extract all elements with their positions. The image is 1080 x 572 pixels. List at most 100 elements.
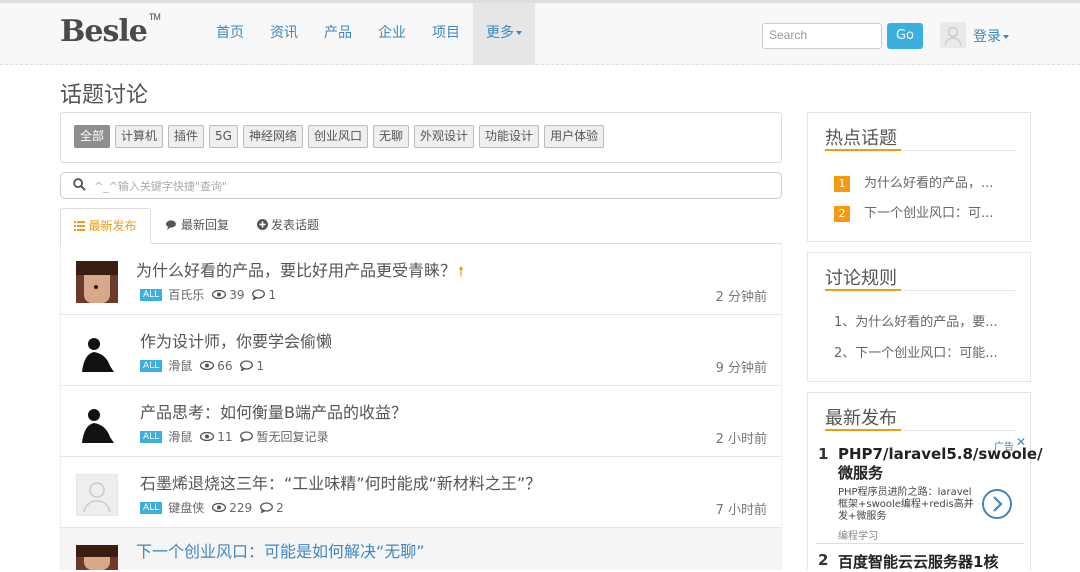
- divider: [825, 429, 1015, 431]
- eye-icon: [200, 361, 215, 370]
- navbar: Besle TM 首页 资讯 产品 企业 项目 更多 Search Go 登录: [0, 3, 1080, 65]
- chevron-right-icon[interactable]: [982, 489, 1012, 519]
- search-icon: [73, 178, 86, 191]
- list-icon: [74, 221, 86, 231]
- rule-item[interactable]: 2、下一个创业风口：可能...: [834, 342, 998, 361]
- divider: [816, 543, 1024, 544]
- ad-title[interactable]: 百度智能云云服务器1核: [838, 551, 998, 572]
- topic-author[interactable]: 键盘侠: [168, 499, 204, 516]
- topic-title[interactable]: 为什么好看的产品，要比好用产品更受青睐？ 🠕: [136, 257, 464, 285]
- plus-circle-icon: [257, 219, 268, 230]
- topic-tabs: 最新发布 最新回复 发表话题: [60, 208, 782, 244]
- rule-item[interactable]: 1、为什么好看的产品，要...: [834, 311, 998, 330]
- nav-home[interactable]: 首页: [203, 3, 257, 65]
- page-title: 话题讨论: [60, 83, 149, 108]
- hot-topics-panel: 热点话题 1 为什么好看的产品，... 2 下一个创业风口：可...: [807, 112, 1031, 242]
- hot-topics-title: 热点话题: [825, 128, 897, 149]
- login-dropdown[interactable]: 登录: [973, 26, 1009, 46]
- ad-number: 2: [818, 551, 829, 569]
- nav-products[interactable]: 产品: [311, 3, 365, 65]
- topic-meta: ALL 滑鼠 66 1: [140, 357, 264, 374]
- topic-meta: ALL 滑鼠 11 暂无回复记录: [140, 428, 329, 445]
- tag-computer[interactable]: 计算机: [115, 125, 164, 148]
- topic-time: 2 分钟前: [715, 290, 767, 305]
- latest-title: 最新发布: [825, 408, 897, 429]
- tag-plugin[interactable]: 插件: [168, 125, 205, 148]
- tab-latest-posts[interactable]: 最新发布: [60, 208, 151, 244]
- topic-title[interactable]: 产品思考：如何衡量B端产品的收益？: [140, 399, 407, 423]
- topic-meta: ALL 键盘侠 229 2: [140, 499, 284, 516]
- tag-startup[interactable]: 创业风口: [308, 125, 369, 148]
- tab-latest-replies[interactable]: 最新回复: [166, 208, 229, 244]
- chevron-down-icon: [516, 31, 522, 35]
- topic-row[interactable]: 石墨烯退烧这三年：“工业味精”何时能成“新材料之王”？ ALL 键盘侠 229 …: [61, 457, 781, 528]
- category-badge: ALL: [140, 430, 163, 443]
- ad-title[interactable]: PHP7/laravel5.8/swoole/微服务: [838, 445, 1043, 483]
- tag-user-experience[interactable]: 用户体验: [544, 125, 605, 148]
- nav-enterprise[interactable]: 企业: [365, 3, 419, 65]
- topic-title[interactable]: 作为设计师，你要学会偷懒: [140, 328, 332, 352]
- rank-number: 1: [834, 176, 850, 192]
- comments-icon: [166, 220, 176, 230]
- view-count: 11: [217, 429, 233, 444]
- topic-row[interactable]: 下一个创业风口：可能是如何解决“无聊”: [61, 528, 781, 570]
- tag-function-design[interactable]: 功能设计: [479, 125, 540, 148]
- comment-icon: [240, 431, 254, 442]
- tag-neural-network[interactable]: 神经网络: [242, 125, 303, 148]
- topic-author[interactable]: 百氏乐: [168, 286, 204, 303]
- category-badge: ALL: [140, 501, 163, 514]
- keyword-search-input[interactable]: ^_^输入关键字快捷"查询": [60, 172, 782, 199]
- topic-row[interactable]: 为什么好看的产品，要比好用产品更受青睐？ 🠕 ALL 百氏乐 39 1 2 分钟前: [61, 244, 781, 315]
- rules-title: 讨论规则: [825, 268, 897, 289]
- user-avatar-icon[interactable]: [940, 22, 966, 48]
- tag-all[interactable]: 全部: [74, 125, 111, 148]
- hot-topic-item[interactable]: 1 为什么好看的产品，...: [834, 172, 993, 192]
- go-button[interactable]: Go: [887, 23, 923, 49]
- default-avatar-icon: [76, 474, 118, 516]
- topic-title[interactable]: 下一个创业风口：可能是如何解决“无聊”: [136, 538, 425, 562]
- nav-news[interactable]: 资讯: [257, 3, 311, 65]
- reply-count: 暂无回复记录: [256, 430, 329, 444]
- category-badge: ALL: [140, 288, 163, 301]
- view-count: 229: [229, 500, 253, 515]
- arrow-up-icon: 🠕: [458, 264, 465, 280]
- logo[interactable]: Besle TM: [60, 12, 161, 49]
- divider: [825, 289, 1015, 291]
- reply-count: 1: [268, 287, 277, 302]
- topic-thumbnail: [76, 261, 118, 303]
- topic-row[interactable]: 作为设计师，你要学会偷懒 ALL 滑鼠 66 1 9 分钟前: [61, 315, 781, 386]
- keyword-placeholder: ^_^输入关键字快捷"查询": [94, 180, 228, 193]
- nav-more-dropdown[interactable]: 更多: [473, 3, 535, 65]
- ad-description[interactable]: PHP程序员进阶之路：laravel框架+swoole编程+redis高并发+微…: [838, 487, 978, 523]
- eye-icon: [200, 432, 215, 441]
- latest-posts-panel: 最新发布 广告 ✕ 1 PHP7/laravel5.8/swoole/微服务 P…: [807, 392, 1043, 572]
- divider: [825, 149, 1015, 151]
- topic-row[interactable]: 产品思考：如何衡量B端产品的收益？ ALL 滑鼠 11 暂无回复记录 2 小时前: [61, 386, 781, 457]
- topic-title[interactable]: 石墨烯退烧这三年：“工业味精”何时能成“新材料之王”？: [140, 470, 541, 494]
- topic-author[interactable]: 滑鼠: [168, 357, 192, 374]
- topic-thumbnail: [76, 545, 118, 570]
- comment-icon: [252, 289, 266, 300]
- eye-icon: [212, 290, 227, 299]
- reply-count: 1: [256, 358, 265, 373]
- tag-appearance-design[interactable]: 外观设计: [414, 125, 475, 148]
- ad-source: 编程学习: [838, 531, 878, 542]
- comment-icon: [260, 502, 274, 513]
- comment-icon: [240, 360, 254, 371]
- view-count: 39: [229, 287, 245, 302]
- topic-time: 9 分钟前: [715, 361, 767, 376]
- tag-boring[interactable]: 无聊: [373, 125, 410, 148]
- topic-thumbnail: [76, 332, 118, 374]
- search-input[interactable]: Search: [762, 23, 882, 49]
- main-nav: 首页 资讯 产品 企业 项目 更多: [203, 3, 535, 65]
- hot-topic-item[interactable]: 2 下一个创业风口：可...: [834, 202, 993, 222]
- topic-list: 为什么好看的产品，要比好用产品更受青睐？ 🠕 ALL 百氏乐 39 1 2 分钟前…: [60, 244, 782, 570]
- tag-5g[interactable]: 5G: [209, 125, 238, 148]
- topic-time: 2 小时前: [715, 432, 767, 447]
- tag-filter-box: 全部 计算机 插件 5G 神经网络 创业风口 无聊 外观设计 功能设计 用户体验: [60, 112, 782, 163]
- nav-projects[interactable]: 项目: [419, 3, 473, 65]
- topic-thumbnail: [76, 403, 118, 445]
- topic-author[interactable]: 滑鼠: [168, 428, 192, 445]
- rank-number: 2: [834, 206, 850, 222]
- tab-new-topic[interactable]: 发表话题: [257, 208, 319, 244]
